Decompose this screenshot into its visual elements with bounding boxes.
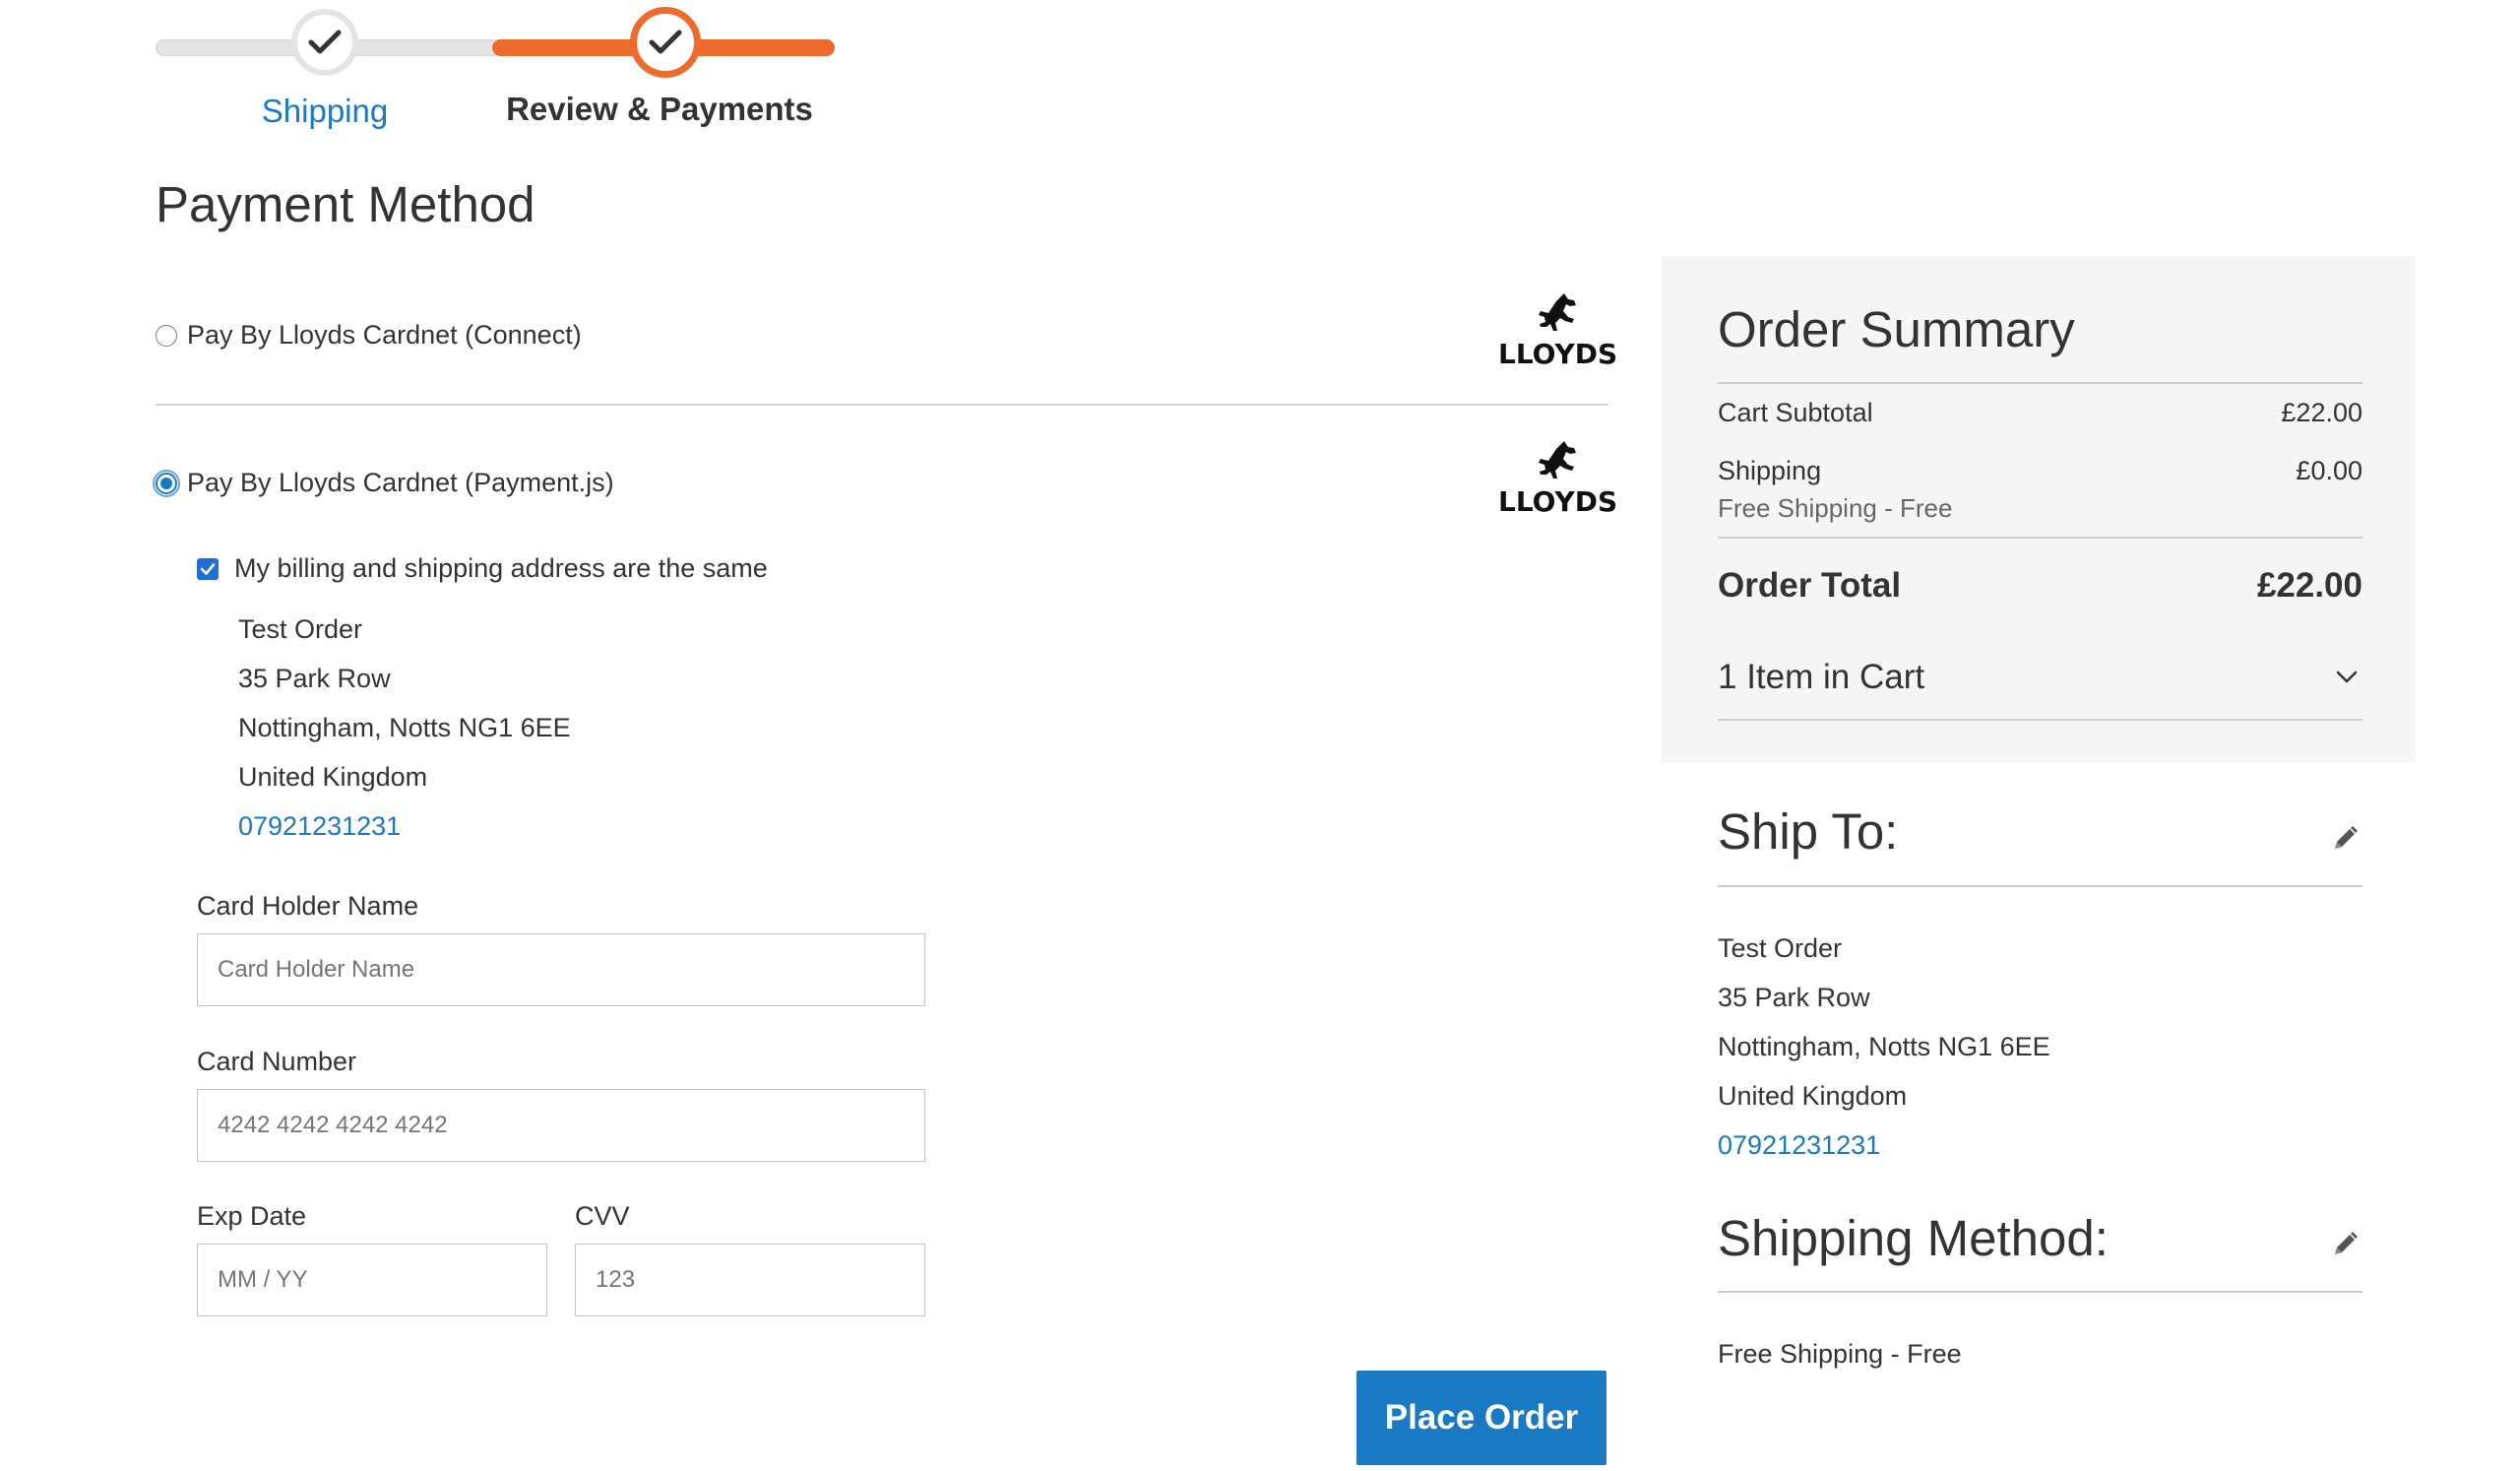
ship-to-phone-link[interactable]: 07921231231: [1718, 1130, 1880, 1161]
lloyds-logo-text: LLOYDS: [1498, 338, 1618, 370]
items-in-cart-toggle[interactable]: 1 Item in Cart: [1718, 658, 2362, 697]
items-in-cart-label[interactable]: 1 Item in Cart: [1718, 658, 1924, 697]
shipping-row: Shipping £0.00: [1718, 456, 2362, 486]
card-number-input[interactable]: [197, 1089, 925, 1162]
exp-date-input[interactable]: [197, 1244, 547, 1316]
shipping-label: Shipping: [1718, 456, 1822, 485]
card-holder-input[interactable]: [197, 933, 925, 1006]
lloyds-logo-text: LLOYDS: [1498, 485, 1618, 518]
lloyds-logo-paymentjs: LLOYDS: [1498, 439, 1618, 518]
step-review-checkmark-icon: [630, 7, 701, 78]
ship-to-name: Test Order: [1718, 933, 1843, 963]
ship-to-street: 35 Park Row: [1718, 983, 1870, 1012]
step-review-label: Review & Payments: [506, 91, 813, 127]
summary-divider: [1718, 719, 2362, 721]
payment-divider: [156, 404, 1607, 406]
summary-divider: [1718, 537, 2362, 539]
summary-divider: [1718, 382, 2362, 384]
cvv-label: CVV: [575, 1201, 630, 1231]
billing-country: United Kingdom: [238, 762, 428, 792]
cart-subtotal-value: £22.00: [2281, 398, 2362, 427]
cart-subtotal-row: Cart Subtotal £22.00: [1718, 398, 2362, 428]
order-total-label: Order Total: [1718, 566, 1902, 605]
edit-shipping-method-icon[interactable]: [2329, 1229, 2361, 1260]
black-horse-icon: [1539, 293, 1576, 331]
payment-option-connect[interactable]: Pay By Lloyds Cardnet (Connect): [156, 320, 582, 351]
shipping-method-divider: [1718, 1291, 2362, 1293]
billing-city: Nottingham, Notts NG1 6EE: [238, 713, 571, 742]
chevron-down-icon[interactable]: [2335, 670, 2359, 685]
billing-street: 35 Park Row: [238, 664, 391, 693]
exp-date-label: Exp Date: [197, 1201, 307, 1231]
order-total-row: Order Total £22.00: [1718, 566, 2362, 606]
lloyds-logo-connect: LLOYDS: [1498, 291, 1618, 370]
shipping-method-title: Shipping Method:: [1718, 1210, 2109, 1266]
payment-method-title: Payment Method: [156, 176, 536, 232]
step-shipping-checkmark-icon: [291, 9, 358, 76]
order-total-value: £22.00: [2256, 566, 2362, 605]
place-order-button[interactable]: Place Order: [1356, 1371, 1606, 1465]
shipping-method-sub: Free Shipping - Free: [1718, 493, 1953, 523]
billing-name: Test Order: [238, 614, 363, 644]
same-address-checkbox[interactable]: [197, 557, 219, 580]
payment-option-paymentjs[interactable]: Pay By Lloyds Cardnet (Payment.js): [153, 468, 614, 498]
card-number-label: Card Number: [197, 1047, 357, 1076]
order-summary-title: Order Summary: [1718, 301, 2075, 357]
edit-ship-to-icon[interactable]: [2329, 823, 2361, 855]
black-horse-icon: [1539, 441, 1576, 479]
ship-to-city: Nottingham, Notts NG1 6EE: [1718, 1032, 2050, 1061]
payment-radio-paymentjs[interactable]: [153, 469, 180, 497]
cart-subtotal-label: Cart Subtotal: [1718, 398, 1873, 427]
billing-phone-link[interactable]: 07921231231: [238, 811, 401, 842]
shipping-value: £0.00: [2296, 456, 2362, 485]
same-address-option[interactable]: My billing and shipping address are the …: [197, 553, 768, 584]
ship-to-title: Ship To:: [1718, 803, 1899, 860]
step-shipping-link[interactable]: Shipping: [236, 93, 413, 130]
same-address-label[interactable]: My billing and shipping address are the …: [234, 553, 768, 584]
cvv-input[interactable]: [575, 1244, 925, 1316]
ship-to-country: United Kingdom: [1718, 1081, 1908, 1111]
shipping-method-value: Free Shipping - Free: [1718, 1339, 1962, 1369]
payment-option-paymentjs-label[interactable]: Pay By Lloyds Cardnet (Payment.js): [187, 468, 614, 498]
ship-to-divider: [1718, 885, 2362, 887]
payment-radio-connect[interactable]: [156, 324, 177, 347]
card-holder-label: Card Holder Name: [197, 891, 419, 921]
payment-option-connect-label[interactable]: Pay By Lloyds Cardnet (Connect): [187, 320, 582, 351]
